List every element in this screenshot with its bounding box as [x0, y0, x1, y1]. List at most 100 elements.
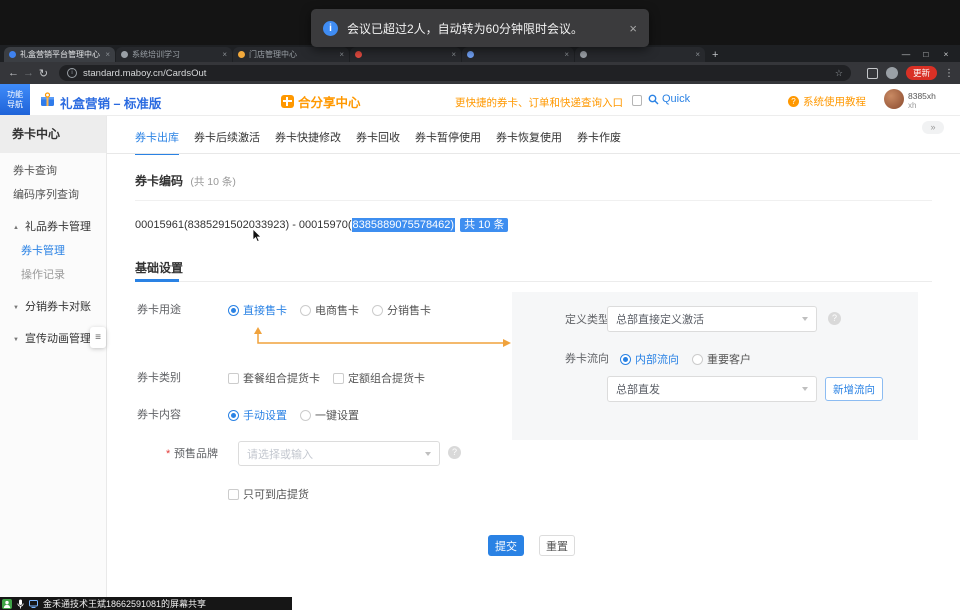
- chevron-down-icon: [425, 452, 431, 456]
- sidebar-item-card-management[interactable]: 券卡管理: [0, 239, 106, 263]
- store-only-option: 只可到店提货: [228, 487, 309, 501]
- nav-badge-line2: 导航: [7, 100, 23, 110]
- tab-card-followup-activate[interactable]: 券卡后续激活: [194, 129, 260, 155]
- sharer-avatar: [2, 599, 12, 609]
- sidebar-group-label: 分销券卡对账: [25, 301, 91, 313]
- sidebar-group-gift-card-management[interactable]: ▲ 礼品券卡管理: [0, 215, 106, 239]
- quick-search-button[interactable]: Quick: [648, 93, 690, 105]
- triangle-down-icon: ▼: [13, 305, 19, 311]
- checkbox-store-pickup-only[interactable]: 只可到店提货: [228, 486, 309, 502]
- browser-tab-training[interactable]: 系统培训学习 ×: [116, 47, 232, 62]
- browser-reload-button[interactable]: ↻: [36, 67, 51, 80]
- tab-card-recycle[interactable]: 券卡回收: [356, 129, 400, 155]
- codes-count-badge: 共 10 条: [460, 218, 508, 232]
- reset-button[interactable]: 重置: [539, 535, 575, 556]
- sidebar-group-label: 宣传动画管理: [25, 333, 91, 345]
- radio-icon: [300, 305, 311, 316]
- tab-card-quick-edit[interactable]: 券卡快捷修改: [275, 129, 341, 155]
- tab-close-icon[interactable]: ×: [447, 50, 456, 59]
- toast-close-icon[interactable]: ×: [629, 21, 637, 36]
- tab-title: 门店管理中心: [249, 49, 297, 60]
- radio-ecommerce-sale[interactable]: 电商售卡: [300, 302, 359, 318]
- define-type-select[interactable]: 总部直接定义激活: [607, 306, 817, 332]
- chrome-update-button[interactable]: 更新: [906, 66, 937, 80]
- radio-label: 重要客户: [707, 351, 751, 367]
- help-icon[interactable]: ?: [448, 446, 461, 459]
- flow-select[interactable]: 总部直发: [607, 376, 817, 402]
- select-placeholder: 请选择或输入: [247, 446, 313, 462]
- tab-close-icon[interactable]: ×: [560, 50, 569, 59]
- pointer-icon: [632, 95, 642, 106]
- browser-tab-gift-admin[interactable]: 礼盒营销平台管理中心 ×: [4, 47, 115, 62]
- radio-distribution-sale[interactable]: 分销售卡: [372, 302, 431, 318]
- sidebar-collapse-handle[interactable]: ≡: [90, 327, 106, 348]
- code-text: 00015961(8385291502033923) - 00015970(: [135, 219, 352, 231]
- tab-close-icon[interactable]: ×: [218, 50, 227, 59]
- checkbox-fixed-amount-combo-card[interactable]: 定额组合提货卡: [333, 370, 425, 386]
- tutorial-link[interactable]: ? 系统使用教程: [788, 94, 866, 109]
- browser-tab-strip: 礼盒营销平台管理中心 × 系统培训学习 × 门店管理中心 × × × ×: [0, 45, 960, 62]
- new-tab-button[interactable]: +: [712, 49, 718, 61]
- radio-manual-setup[interactable]: 手动设置: [228, 407, 287, 423]
- content-options: 手动设置 一键设置: [228, 408, 359, 422]
- divider: [135, 200, 932, 201]
- radio-internal-flow[interactable]: 内部流向: [620, 351, 679, 367]
- window-minimize-button[interactable]: —: [896, 49, 916, 59]
- tab-divider: [107, 153, 960, 154]
- tab-card-resume[interactable]: 券卡恢复使用: [496, 129, 562, 155]
- radio-icon: [620, 354, 631, 365]
- help-icon[interactable]: ?: [828, 312, 841, 325]
- tab-card-suspend[interactable]: 券卡暂停使用: [415, 129, 481, 155]
- sidebar-title: 券卡中心: [0, 116, 106, 153]
- share-center-link[interactable]: 合分享中心: [281, 92, 361, 111]
- sidebar-item-operation-log[interactable]: 操作记录: [0, 263, 106, 287]
- browser-menu-icon[interactable]: ⋮: [944, 68, 954, 79]
- tab-card-void[interactable]: 券卡作废: [577, 129, 621, 155]
- content-tabs: 券卡出库 券卡后续激活 券卡快捷修改 券卡回收 券卡暂停使用 券卡恢复使用 券卡…: [135, 129, 621, 155]
- radio-icon: [228, 410, 239, 421]
- radio-direct-sale[interactable]: 直接售卡: [228, 302, 287, 318]
- presale-brand-select[interactable]: 请选择或输入: [238, 441, 440, 466]
- window-maximize-button[interactable]: □: [916, 49, 936, 59]
- extensions-icon[interactable]: [867, 68, 878, 79]
- checkbox-label: 只可到店提货: [243, 486, 309, 502]
- sidebar-item-card-query[interactable]: 券卡查询: [0, 159, 106, 183]
- basic-settings-title: 基础设置: [135, 259, 183, 276]
- app-logo-text: 礼盒营销 – 标准版: [60, 93, 161, 112]
- codes-count: (共 10 条): [190, 176, 236, 188]
- sidebar-item-label: 编码序列查询: [13, 189, 79, 201]
- site-info-icon[interactable]: i: [67, 68, 77, 78]
- checkbox-package-combo-card[interactable]: 套餐组合提货卡: [228, 370, 320, 386]
- sidebar-item-code-sequence-query[interactable]: 编码序列查询: [0, 183, 106, 207]
- submit-button[interactable]: 提交: [488, 535, 524, 556]
- browser-toolbar: ← → ↻ i standard.maboy.cn/CardsOut ☆ 更新 …: [0, 62, 960, 84]
- tab-card-outbound[interactable]: 券卡出库: [135, 129, 179, 155]
- checkbox-label: 套餐组合提货卡: [243, 370, 320, 386]
- function-nav-badge[interactable]: 功能 导航: [0, 84, 30, 115]
- window-close-button[interactable]: ×: [936, 49, 956, 59]
- microphone-icon[interactable]: [17, 599, 24, 609]
- browser-tab-6[interactable]: ×: [575, 47, 705, 62]
- user-avatar[interactable]: [884, 89, 904, 109]
- radio-important-customer[interactable]: 重要客户: [692, 351, 751, 367]
- panel-collapse-button[interactable]: »: [922, 121, 944, 134]
- address-bar[interactable]: i standard.maboy.cn/CardsOut ☆: [59, 65, 851, 81]
- select-value: 总部直发: [616, 381, 660, 397]
- tab-close-icon[interactable]: ×: [335, 50, 344, 59]
- browser-back-button[interactable]: ←: [6, 67, 21, 79]
- card-code-range: 00015961(8385291502033923) - 00015970(83…: [135, 216, 508, 232]
- browser-tab-store-admin[interactable]: 门店管理中心 ×: [233, 47, 349, 62]
- right-settings-panel: 定义类型 总部直接定义激活 ? 券卡流向 内部流向 重要客户 总部直发: [512, 292, 918, 440]
- tab-close-icon[interactable]: ×: [691, 50, 700, 59]
- browser-forward-button[interactable]: →: [21, 67, 36, 79]
- browser-tab-4[interactable]: ×: [350, 47, 461, 62]
- radio-one-click-setup[interactable]: 一键设置: [300, 407, 359, 423]
- add-flow-button[interactable]: 新增流向: [825, 377, 883, 401]
- browser-tab-5[interactable]: ×: [462, 47, 574, 62]
- bookmark-star-icon[interactable]: ☆: [835, 68, 843, 79]
- sidebar-group-distribution-reconcile[interactable]: ▼ 分销券卡对账: [0, 295, 106, 319]
- quick-hint-text: 更快捷的券卡、订单和快递查询入口: [455, 95, 623, 110]
- browser-profile-avatar[interactable]: [886, 67, 898, 79]
- tab-close-icon[interactable]: ×: [101, 50, 110, 59]
- code-text-selected: 8385889075578462): [352, 218, 456, 232]
